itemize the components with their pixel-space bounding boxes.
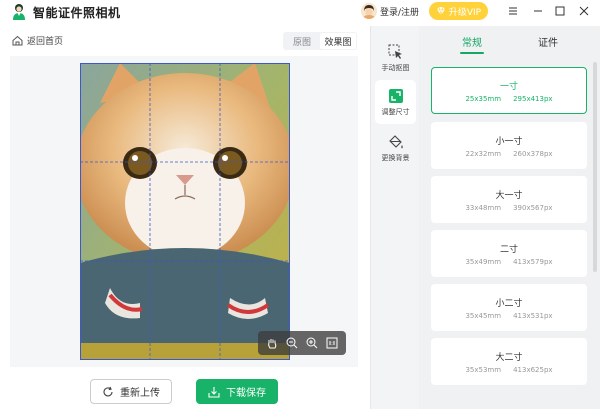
size-px: 413x625px [513, 366, 553, 374]
tool-sidebar: 手动抠图 调整尺寸 更换背景 [370, 26, 419, 409]
size-mm: 33x48mm [465, 204, 502, 212]
size-mm: 35x53mm [465, 366, 502, 374]
refresh-icon [103, 386, 113, 396]
size-card-one-inch[interactable]: 一寸 25x35mm 295x413px [431, 67, 587, 114]
size-px: 295x413px [513, 95, 553, 103]
size-mm: 22x32mm [465, 150, 502, 158]
maximize-icon [555, 6, 565, 16]
tab-result[interactable]: 效果图 [320, 33, 356, 49]
tab-common[interactable]: 常规 [462, 34, 482, 49]
sidebar-item-resize[interactable]: 调整尺寸 [375, 80, 416, 124]
app-logo-icon [13, 4, 25, 20]
size-name: 大二寸 [495, 353, 523, 363]
upgrade-vip-button[interactable]: 升级VIP [429, 2, 488, 20]
zoom-toolbar [258, 331, 346, 355]
size-px: 413x531px [513, 312, 553, 320]
zoom-in-button[interactable] [304, 335, 320, 351]
size-name: 大一寸 [495, 191, 523, 201]
active-tab-indicator [460, 52, 484, 54]
menu-icon [509, 7, 517, 15]
size-name: 二寸 [499, 245, 518, 255]
size-px: 390x567px [513, 204, 553, 212]
size-card-large-one-inch[interactable]: 大一寸 33x48mm 390x567px [431, 176, 587, 223]
zoom-out-button[interactable] [284, 335, 300, 351]
reupload-label: 重新上传 [120, 388, 160, 399]
zoom-out-icon [286, 337, 298, 349]
tab-certificate[interactable]: 证件 [538, 34, 558, 49]
sidebar-item-label: 更换背景 [381, 153, 410, 162]
toolbar: 返回首页 原图 效果图 [0, 26, 370, 54]
size-card-large-two-inch[interactable]: 大二寸 35x53mm 413x625px [431, 338, 587, 385]
hand-icon [268, 339, 277, 349]
size-name: 小一寸 [495, 137, 523, 147]
paint-bucket-icon [388, 134, 403, 148]
diamond-icon [436, 6, 445, 16]
size-card-small-one-inch[interactable]: 小一寸 22x32mm 260x378px [431, 122, 587, 169]
home-icon [12, 35, 23, 46]
sidebar-item-label: 手动抠图 [381, 63, 410, 72]
size-card-two-inch[interactable]: 二寸 35x49mm 413x579px [431, 230, 587, 277]
actual-size-icon [326, 337, 338, 349]
download-icon [208, 386, 220, 398]
size-tabs: 常规 证件 [419, 26, 600, 56]
size-mm: 25x35mm [465, 95, 502, 103]
size-px: 260x378px [513, 150, 553, 158]
avatar[interactable] [361, 3, 377, 19]
maximize-button[interactable] [553, 4, 567, 18]
actual-size-button[interactable] [324, 335, 340, 351]
download-save-label: 下载保存 [226, 388, 266, 399]
view-toggle: 原图 效果图 [283, 32, 357, 50]
close-icon [579, 6, 589, 16]
user-avatar-icon [361, 3, 377, 19]
size-mm: 35x45mm [465, 312, 502, 320]
size-px: 413x579px [513, 258, 553, 266]
minimize-icon [534, 10, 542, 12]
app-title: 智能证件照相机 [33, 6, 121, 20]
size-name: 一寸 [499, 82, 518, 92]
tab-original[interactable]: 原图 [284, 33, 320, 49]
resize-icon [388, 88, 403, 103]
zoom-in-icon [306, 337, 318, 349]
vip-label: 升级VIP [448, 7, 482, 18]
login-register-link[interactable]: 登录/注册 [380, 5, 419, 18]
close-button[interactable] [577, 4, 591, 18]
back-home-link[interactable]: 返回首页 [12, 34, 63, 47]
pan-button[interactable] [264, 335, 280, 351]
minimize-button[interactable] [531, 4, 545, 18]
sidebar-item-label: 调整尺寸 [381, 107, 410, 116]
back-home-label: 返回首页 [27, 37, 64, 47]
download-save-button[interactable]: 下载保存 [196, 379, 278, 404]
title-bar: 智能证件照相机 登录/注册 升级VIP [0, 0, 600, 24]
sidebar-item-change-background[interactable]: 更换背景 [375, 126, 416, 170]
cursor-select-icon [388, 44, 402, 59]
menu-button[interactable] [506, 4, 520, 18]
preview-photo[interactable] [80, 63, 290, 360]
size-card-small-two-inch[interactable]: 小二寸 35x45mm 413x531px [431, 284, 587, 331]
size-panel: 常规 证件 一寸 25x35mm 295x413px 小一寸 22x32mm 260… [419, 26, 600, 409]
cat-photo-image [80, 63, 290, 360]
size-mm: 35x49mm [465, 258, 502, 266]
sidebar-item-manual-cutout[interactable]: 手动抠图 [375, 36, 416, 80]
reupload-button[interactable]: 重新上传 [90, 379, 172, 404]
size-name: 小二寸 [495, 299, 523, 309]
size-list-scrollbar[interactable] [593, 62, 597, 272]
